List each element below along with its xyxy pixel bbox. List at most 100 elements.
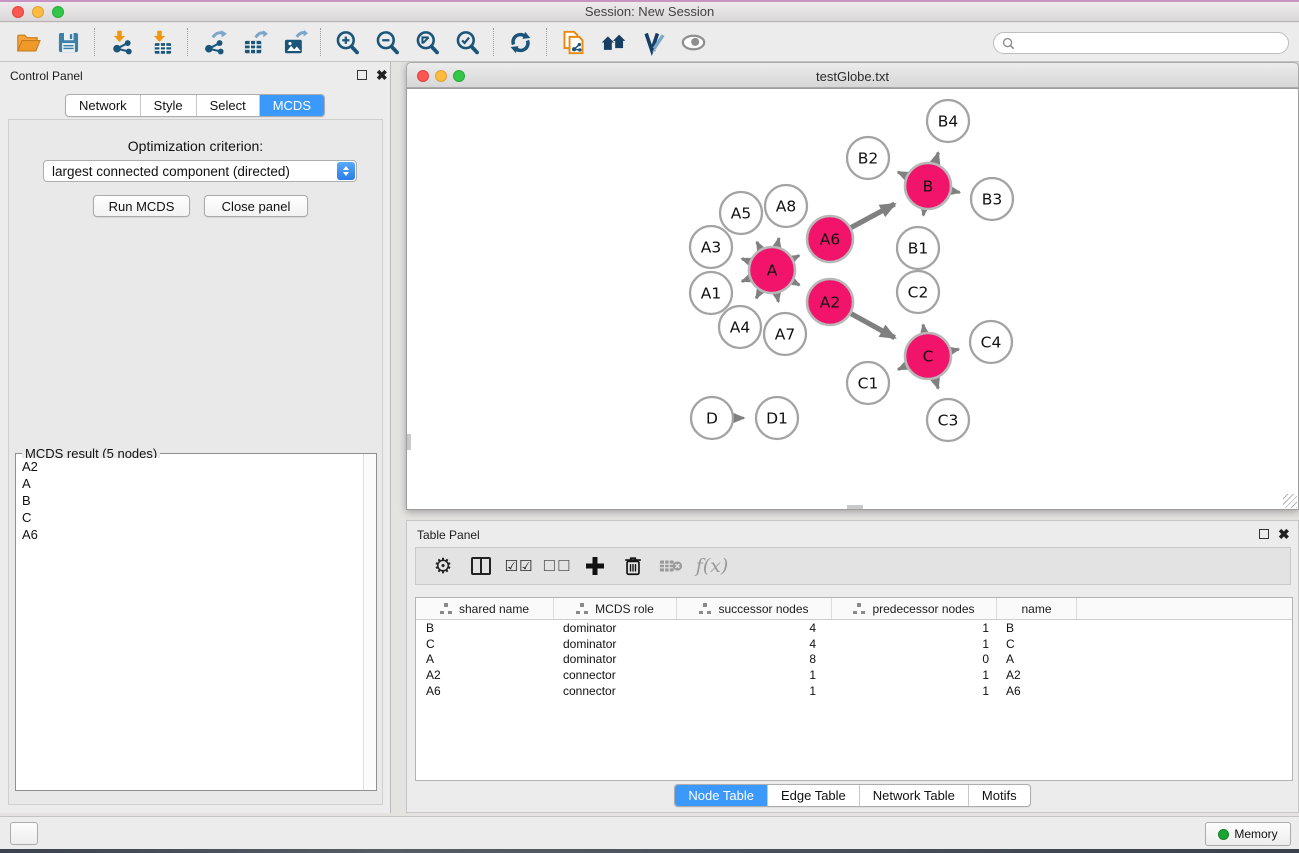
table-row[interactable]: Adominator80A <box>416 652 1292 668</box>
graph-edge-C-C4[interactable] <box>951 349 958 351</box>
graph-edge-C-C2[interactable] <box>923 325 924 333</box>
select-stepper <box>337 162 355 180</box>
zoom-out-button[interactable] <box>367 26 407 58</box>
unselect-all-columns-button[interactable]: ☐☐ <box>538 551 576 581</box>
graph-edge-A2-C[interactable] <box>851 314 895 338</box>
eye-icon <box>680 29 707 56</box>
optimization-criterion-label: Optimization criterion: <box>9 138 382 154</box>
table-float-panel-icon[interactable] <box>1259 528 1269 542</box>
graph-edge-C-C1[interactable] <box>898 366 906 370</box>
float-panel-icon[interactable] <box>357 69 367 83</box>
tab-mcds[interactable]: MCDS <box>259 95 324 116</box>
table-cell: C <box>997 637 1077 651</box>
tab-select[interactable]: Select <box>196 95 259 116</box>
close-panel-button[interactable]: Close panel <box>204 195 308 217</box>
mcds-result-item[interactable]: A <box>17 475 362 492</box>
import-table-button[interactable] <box>141 26 181 58</box>
tab-network[interactable]: Network <box>66 95 140 116</box>
splitter-handle-bottom[interactable] <box>847 505 863 509</box>
tab-motifs[interactable]: Motifs <box>968 785 1030 806</box>
graph-edge-B-B2[interactable] <box>898 172 906 176</box>
memory-button[interactable]: Memory <box>1205 822 1291 846</box>
column-header-predecessor-nodes[interactable]: predecessor nodes <box>832 598 997 619</box>
zoom-selected-button[interactable] <box>447 26 487 58</box>
graph-edge-A6-B[interactable] <box>851 204 895 228</box>
import-table-icon <box>148 29 175 56</box>
eye-button[interactable] <box>673 26 713 58</box>
graph-edge-A-A6[interactable] <box>793 256 799 259</box>
mcds-result-scrollbar[interactable] <box>363 454 376 790</box>
vizmapper-button[interactable] <box>633 26 673 58</box>
table-row[interactable]: A2connector11A2 <box>416 667 1292 683</box>
column-header-MCDS-role[interactable]: MCDS role <box>554 598 677 619</box>
close-panel-icon[interactable]: ✖ <box>376 67 388 84</box>
graph-edge-B-B4[interactable] <box>935 153 938 164</box>
tab-style[interactable]: Style <box>140 95 196 116</box>
zoom-in-button[interactable] <box>327 26 367 58</box>
table-row[interactable]: Cdominator41C <box>416 636 1292 652</box>
open-session-button[interactable] <box>8 26 48 58</box>
delete-columns-button[interactable] <box>614 551 652 581</box>
mcds-result-item[interactable]: A6 <box>17 526 362 543</box>
unchecked-boxes-icon: ☐☐ <box>543 557 572 575</box>
mcds-result-item[interactable]: C <box>17 509 362 526</box>
show-panels-button[interactable] <box>10 822 38 845</box>
graph-edge-A-A4[interactable] <box>756 291 760 298</box>
table-cell: 4 <box>677 621 832 635</box>
table-header-row: shared nameMCDS rolesuccessor nodesprede… <box>416 598 1292 620</box>
tab-edge-table[interactable]: Edge Table <box>767 785 859 806</box>
graph-edge-A-A5[interactable] <box>757 242 761 249</box>
function-builder-button[interactable]: f(x) <box>690 551 728 581</box>
network-canvas-container[interactable]: B4B2BB3A8A5A6A3B1AC2A1A2A4A7C4CC1C3DD1 <box>406 88 1299 510</box>
network-window-title: testGlobe.txt <box>407 69 1298 84</box>
tab-node-table[interactable]: Node Table <box>675 785 767 806</box>
graph-node-label: B1 <box>908 240 929 258</box>
table-row[interactable]: Bdominator41B <box>416 620 1292 636</box>
graph-edge-A-A2[interactable] <box>793 282 799 286</box>
home-button[interactable] <box>593 26 633 58</box>
export-image-button[interactable] <box>274 26 314 58</box>
column-header-shared-name[interactable]: shared name <box>416 598 554 619</box>
save-session-button[interactable] <box>48 26 88 58</box>
search-field[interactable] <box>993 32 1289 54</box>
table-close-panel-icon[interactable]: ✖ <box>1278 526 1290 543</box>
column-header-successor-nodes[interactable]: successor nodes <box>677 598 832 619</box>
network-window-titlebar[interactable]: testGlobe.txt <box>406 62 1299 88</box>
delete-table-button[interactable] <box>652 551 690 581</box>
toolbar-separator <box>546 28 547 56</box>
network-canvas[interactable]: B4B2BB3A8A5A6A3B1AC2A1A2A4A7C4CC1C3DD1 <box>407 89 1298 509</box>
criterion-select[interactable]: largest connected component (directed) <box>43 160 357 182</box>
export-network-button[interactable] <box>194 26 234 58</box>
import-network-button[interactable] <box>101 26 141 58</box>
graph-edge-B-B3[interactable] <box>952 191 960 193</box>
window-resize-grip[interactable] <box>1283 494 1297 508</box>
table-cell: C <box>416 637 554 651</box>
graph-edge-B-B1[interactable] <box>923 210 924 216</box>
main-titlebar: Session: New Session <box>0 0 1299 22</box>
network-snapshot-button[interactable] <box>553 26 593 58</box>
toolbar-separator <box>187 28 188 56</box>
graph-edge-A-A7[interactable] <box>777 294 779 302</box>
select-all-columns-button[interactable]: ☑☑ <box>500 551 538 581</box>
mcds-result-item[interactable]: B <box>17 492 362 509</box>
graph-edge-C-C3[interactable] <box>935 379 938 389</box>
graph-edge-A-A8[interactable] <box>777 238 779 246</box>
zoom-fit-button[interactable] <box>407 26 447 58</box>
add-column-button[interactable] <box>576 551 614 581</box>
run-mcds-button[interactable]: Run MCDS <box>93 195 190 217</box>
splitter-handle-left[interactable] <box>407 434 411 450</box>
graph-edge-A-A1[interactable] <box>742 279 750 282</box>
column-header-name[interactable]: name <box>997 598 1077 619</box>
graph-edge-A-A3[interactable] <box>742 259 750 262</box>
mcds-result-item[interactable]: A2 <box>17 458 362 475</box>
table-options-button[interactable]: ⚙ <box>424 551 462 581</box>
graph-node-label: A8 <box>776 198 796 216</box>
show-columns-button[interactable] <box>462 551 500 581</box>
window-title: Session: New Session <box>0 4 1299 19</box>
export-table-button[interactable] <box>234 26 274 58</box>
search-input[interactable] <box>1020 36 1270 50</box>
zoom-in-icon <box>334 29 361 56</box>
tab-network-table[interactable]: Network Table <box>859 785 968 806</box>
table-row[interactable]: A6connector11A6 <box>416 683 1292 699</box>
refresh-button[interactable] <box>500 26 540 58</box>
